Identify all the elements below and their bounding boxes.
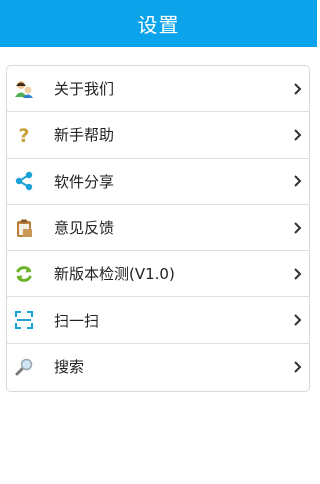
chevron-right-icon xyxy=(294,221,302,234)
menu-item-label: 关于我们 xyxy=(54,80,115,99)
menu-item-feedback[interactable]: 意见反馈 xyxy=(7,205,309,252)
menu-item-label: 新版本检测(V1.0) xyxy=(54,265,175,284)
chevron-right-icon xyxy=(294,129,302,141)
menu-item-search[interactable]: 搜索 xyxy=(7,344,309,390)
share-icon xyxy=(14,171,34,191)
menu-item-label: 搜索 xyxy=(54,358,85,377)
menu-item-update-check[interactable]: 新版本检测(V1.0) xyxy=(7,251,309,298)
chevron-right-icon xyxy=(294,82,302,95)
chevron-right-icon xyxy=(294,361,302,373)
menu-item-help[interactable]: ? 新手帮助 xyxy=(7,112,309,159)
chevron-right-icon xyxy=(294,175,302,187)
menu-item-share[interactable]: 软件分享 xyxy=(7,159,309,205)
chevron-right-icon xyxy=(294,314,302,326)
menu-item-label: 软件分享 xyxy=(54,172,115,191)
help-icon: ? xyxy=(14,125,34,145)
menu-item-label: 新手帮助 xyxy=(54,126,115,145)
about-us-icon xyxy=(14,79,34,99)
menu-item-label: 意见反馈 xyxy=(54,219,115,238)
feedback-icon xyxy=(14,218,34,238)
svg-text:?: ? xyxy=(18,125,29,145)
search-icon xyxy=(14,357,34,377)
update-icon xyxy=(14,264,34,284)
page-title: 设置 xyxy=(137,13,180,37)
menu-item-about[interactable]: 关于我们 xyxy=(7,66,309,113)
scan-icon xyxy=(14,310,34,330)
title-bar: 设置 xyxy=(0,0,317,47)
settings-list: 关于我们 ? 新手帮助 软件分享 意见反馈 新版本检测(V1.0) 扫一扫 搜索 xyxy=(6,65,310,392)
menu-item-label: 扫一扫 xyxy=(54,311,100,330)
menu-item-scan[interactable]: 扫一扫 xyxy=(7,297,309,344)
chevron-right-icon xyxy=(294,268,302,280)
